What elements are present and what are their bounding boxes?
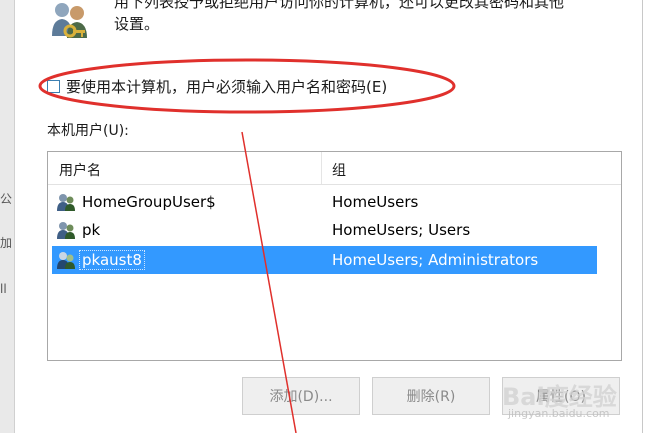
- user-list[interactable]: 用户名 组 HomeGroupUser$ HomeUsers pk HomeUs…: [47, 151, 622, 361]
- user-account-icon: [57, 194, 75, 211]
- column-header-group[interactable]: 组: [332, 160, 346, 180]
- add-user-button[interactable]: 添加(D)...: [242, 377, 360, 415]
- user-list-header: 用户名 组: [48, 152, 621, 185]
- user-group: HomeUsers: [332, 193, 419, 211]
- users-keys-icon: [52, 3, 87, 38]
- remove-user-button[interactable]: 删除(R): [372, 377, 490, 415]
- description-line-2: 设置。: [114, 15, 160, 33]
- user-name: pk: [82, 221, 101, 239]
- column-header-username[interactable]: 用户名: [59, 160, 101, 180]
- user-account-icon: [57, 222, 75, 239]
- column-separator: [321, 152, 322, 184]
- background-text: 加: [0, 236, 13, 250]
- user-group: HomeUsers; Administrators: [332, 251, 539, 269]
- user-name: HomeGroupUser$: [82, 193, 216, 211]
- background-window-strip: 公 加 ll: [0, 0, 15, 433]
- description-line-1: 用下列表授予或拒绝用户访问你的计算机，还可以更改其密码和其他: [114, 0, 565, 11]
- require-password-option[interactable]: 要使用本计算机，用户必须输入用户名和密码(E): [47, 76, 387, 96]
- background-text: ll: [0, 282, 7, 296]
- dialog-right-border: [642, 0, 643, 433]
- user-row[interactable]: pk HomeUsers; Users: [52, 216, 597, 244]
- require-password-label[interactable]: 要使用本计算机，用户必须输入用户名和密码(E): [66, 76, 387, 97]
- users-list-label: 本机用户(U):: [47, 123, 129, 139]
- user-row-selected[interactable]: pkaust8 HomeUsers; Administrators: [52, 246, 597, 274]
- require-password-checkbox[interactable]: [47, 79, 60, 93]
- background-text: 公: [0, 192, 13, 206]
- user-name: pkaust8: [79, 250, 145, 270]
- user-row[interactable]: HomeGroupUser$ HomeUsers: [52, 188, 597, 216]
- user-account-icon: [57, 252, 75, 269]
- user-group: HomeUsers; Users: [332, 221, 471, 239]
- properties-button[interactable]: 属性(O): [502, 377, 620, 415]
